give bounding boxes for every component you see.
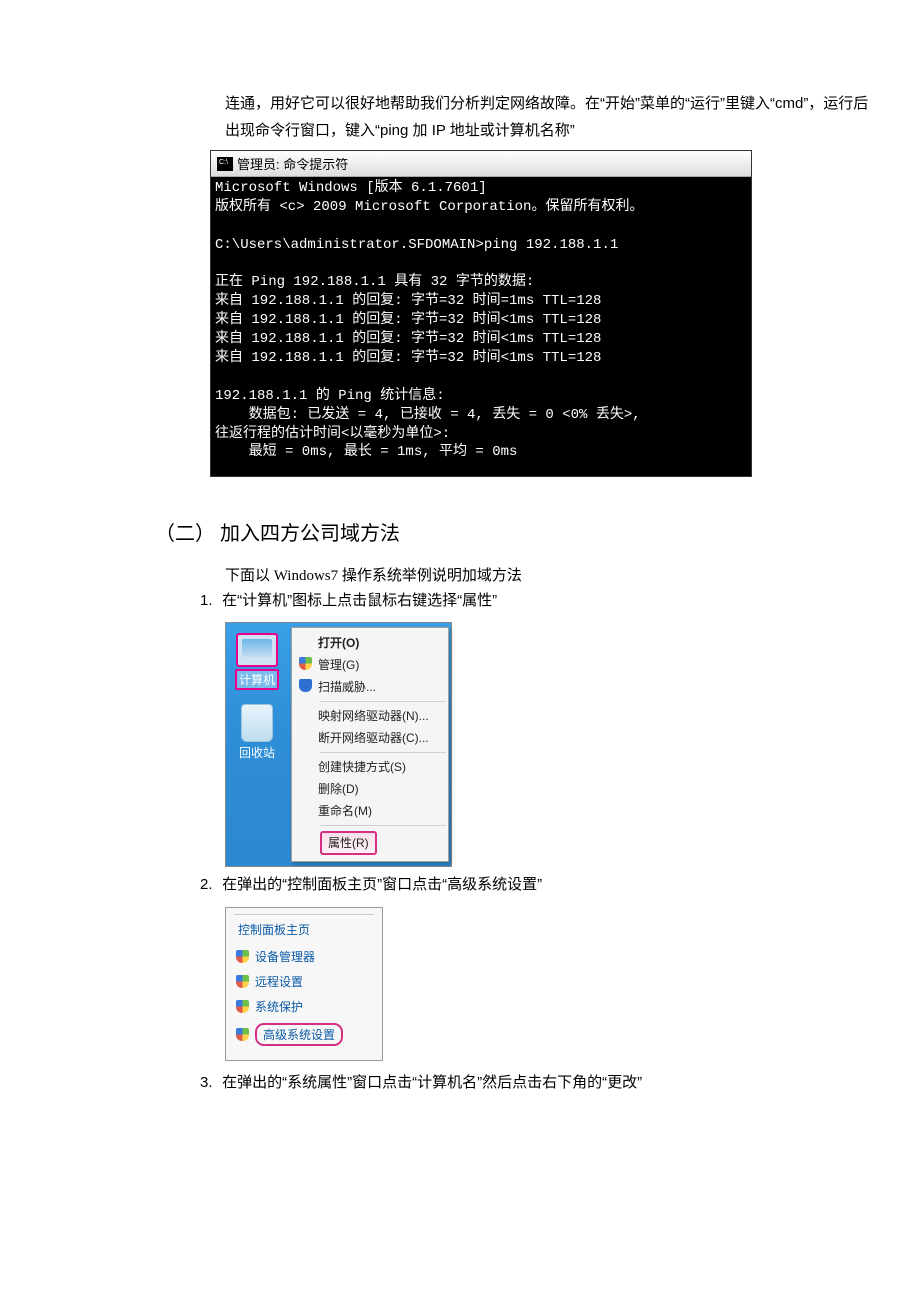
shield-icon: [236, 1028, 249, 1041]
menu-open[interactable]: 打开(O): [292, 632, 448, 654]
computer-label: 计算机: [235, 669, 279, 690]
menu-rename[interactable]: 重命名(M): [292, 800, 448, 822]
cp-link-remote[interactable]: 远程设置: [234, 969, 374, 994]
cp-link-advanced[interactable]: 高级系统设置: [234, 1019, 374, 1050]
section-2-heading: （二） 加入四方公司域方法: [155, 517, 910, 546]
menu-delete[interactable]: 删除(D): [292, 778, 448, 800]
intro-paragraph: 连通，用好它可以很好地帮助我们分析判定网络故障。在“开始”菜单的“运行”里键入“…: [225, 90, 880, 144]
step-3: 3. 在弹出的“系统属性”窗口点击“计算机名”然后点击右下角的“更改”: [200, 1069, 910, 1098]
menu-mapdrive-label: 映射网络驱动器(N)...: [318, 709, 429, 723]
screenshot-desktop-contextmenu: 计算机 回收站 打开(O) 管理(G) 扫描威胁... 映射网络驱动器(N)..…: [225, 622, 452, 867]
menu-manage-label: 管理(G): [318, 658, 359, 672]
menu-properties-label: 属性(R): [320, 831, 377, 855]
step-1-num: 1.: [200, 587, 218, 616]
section-2-intro: 下面以 Windows7 操作系统举例说明加域方法: [225, 564, 910, 585]
menu-rename-label: 重命名(M): [318, 804, 372, 818]
step-2: 2. 在弹出的“控制面板主页”窗口点击“高级系统设置”: [200, 871, 910, 900]
cp-advanced-label: 高级系统设置: [255, 1023, 343, 1046]
desktop-icon-computer[interactable]: 计算机: [226, 633, 288, 690]
recycle-bin-icon: [241, 704, 273, 742]
menu-disconnect[interactable]: 断开网络驱动器(C)...: [292, 727, 448, 749]
menu-open-label: 打开(O): [318, 636, 359, 650]
computer-icon: [236, 633, 278, 667]
cp-devicemgr-label: 设备管理器: [255, 948, 315, 965]
menu-delete-label: 删除(D): [318, 782, 359, 796]
shield-icon: [236, 1000, 249, 1013]
menu-map-drive[interactable]: 映射网络驱动器(N)...: [292, 705, 448, 727]
recycle-label: 回收站: [239, 746, 275, 760]
menu-scan[interactable]: 扫描威胁...: [292, 676, 448, 698]
shield-icon: [299, 657, 312, 670]
shield-icon: [236, 975, 249, 988]
menu-manage[interactable]: 管理(G): [292, 654, 448, 676]
cp-title: 控制面板主页: [234, 914, 374, 944]
menu-disconnect-label: 断开网络驱动器(C)...: [318, 731, 429, 745]
cmd-titlebar: 管理员: 命令提示符: [211, 151, 751, 177]
menu-shortcut[interactable]: 创建快捷方式(S): [292, 756, 448, 778]
cmd-body: Microsoft Windows [版本 6.1.7601] 版权所有 <c>…: [211, 177, 751, 476]
context-menu: 打开(O) 管理(G) 扫描威胁... 映射网络驱动器(N)... 断开网络驱动…: [291, 627, 449, 862]
shield-icon: [236, 950, 249, 963]
screenshot-controlpanel-sidebar: 控制面板主页 设备管理器 远程设置 系统保护 高级系统设置: [225, 907, 383, 1061]
step-1: 1. 在“计算机”图标上点击鼠标右键选择“属性”: [200, 587, 910, 616]
desktop-icon-recycle[interactable]: 回收站: [226, 704, 288, 761]
step-2-num: 2.: [200, 871, 218, 900]
cmd-window: 管理员: 命令提示符 Microsoft Windows [版本 6.1.760…: [210, 150, 752, 477]
desktop-icons-column: 计算机 回收站: [226, 623, 288, 785]
menu-shortcut-label: 创建快捷方式(S): [318, 760, 406, 774]
cp-remote-label: 远程设置: [255, 973, 303, 990]
step-2-text: 在弹出的“控制面板主页”窗口点击“高级系统设置”: [222, 876, 542, 893]
menu-properties[interactable]: 属性(R): [292, 829, 448, 857]
step-3-num: 3.: [200, 1069, 218, 1098]
cmd-title-text: 管理员: 命令提示符: [237, 154, 348, 173]
step-1-text: 在“计算机”图标上点击鼠标右键选择“属性”: [222, 592, 497, 609]
cmd-icon: [217, 157, 233, 171]
cp-link-devicemgr[interactable]: 设备管理器: [234, 944, 374, 969]
cp-link-sysprotect[interactable]: 系统保护: [234, 994, 374, 1019]
menu-scan-label: 扫描威胁...: [318, 680, 376, 694]
shield-blue-icon: [299, 679, 312, 692]
step-3-text: 在弹出的“系统属性”窗口点击“计算机名”然后点击右下角的“更改”: [222, 1074, 642, 1091]
cp-sysprotect-label: 系统保护: [255, 998, 303, 1015]
